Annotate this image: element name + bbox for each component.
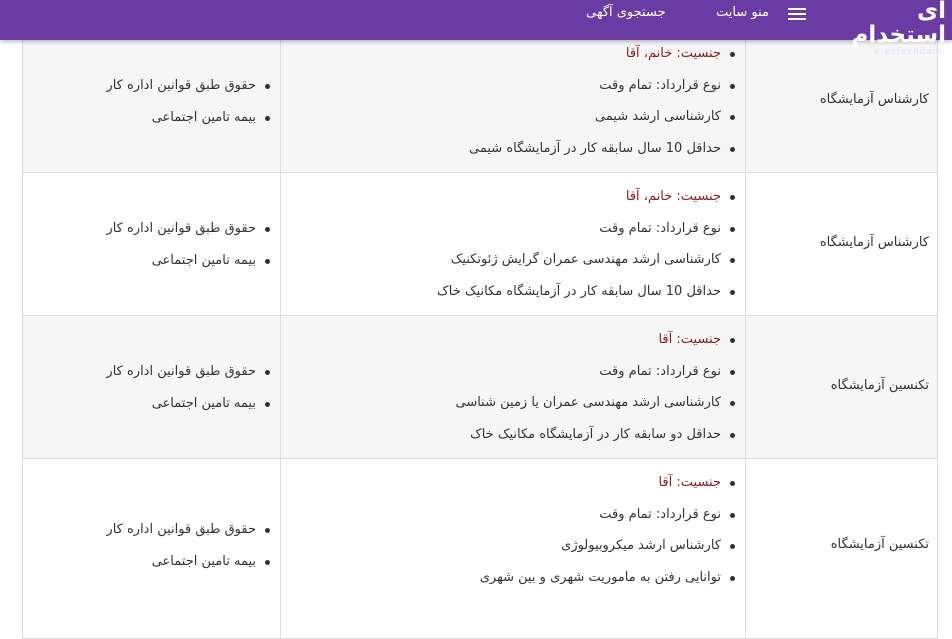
- list-item-gender: جنسیت: آقا: [480, 467, 737, 499]
- job-title: تکنسین آزمایشگاه: [830, 537, 929, 552]
- list-item: کارشناسی ارشد مهندسی عمران یا زمین شناسی: [455, 387, 737, 419]
- benefits-list: حقوق طبق قوانین اداره کار بیمه تامین اجت…: [106, 213, 272, 276]
- list-item: نوع قرارداد: تمام وقت: [455, 356, 737, 388]
- list-item: حداقل 10 سال سابقه کار در آزمایشگاه شیمی: [469, 133, 737, 165]
- requirements-list: جنسیت: خانم، آقا نوع قرارداد: تمام وقت ک…: [437, 181, 737, 307]
- requirements-cell: جنسیت: آقا نوع قرارداد: تمام وقت کارشناس…: [281, 316, 746, 458]
- title-cell: تکنسین آزمایشگاه: [746, 459, 937, 638]
- job-search-link[interactable]: جستجوی آگهی: [586, 5, 666, 20]
- list-item: توانایی رفتن به ماموریت شهری و بین شهری: [480, 562, 737, 594]
- list-item-gender: جنسیت: خانم، آقا: [469, 38, 737, 70]
- top-navbar: ای استخدام e-estekhdam منو سایت جستجوی آ…: [0, 0, 952, 57]
- benefits-list: حقوق طبق قوانین اداره کار بیمه تامین اجت…: [106, 514, 272, 577]
- list-item: نوع قرارداد: تمام وقت: [437, 213, 737, 245]
- job-title: کارشناس آزمایشگاه: [819, 235, 929, 250]
- requirements-cell: جنسیت: خانم، آقا نوع قرارداد: تمام وقت ک…: [281, 30, 746, 172]
- requirements-list: جنسیت: آقا نوع قرارداد: تمام وقت کارشناس…: [455, 324, 737, 450]
- benefits-cell: حقوق طبق قوانین اداره کار بیمه تامین اجت…: [23, 316, 281, 458]
- benefits-list: حقوق طبق قوانین اداره کار بیمه تامین اجت…: [106, 356, 272, 419]
- list-item: حقوق طبق قوانین اداره کار: [106, 70, 272, 102]
- list-item: نوع قرارداد: تمام وقت: [480, 499, 737, 531]
- table-row: حقوق طبق قوانین اداره کار بیمه تامین اجت…: [23, 30, 937, 173]
- list-item-gender: جنسیت: خانم، آقا: [437, 181, 737, 213]
- list-item: بیمه تامین اجتماعی: [106, 245, 272, 277]
- table-row: حقوق طبق قوانین اداره کار بیمه تامین اجت…: [23, 459, 937, 639]
- requirements-list: جنسیت: خانم، آقا نوع قرارداد: تمام وقت ک…: [469, 38, 737, 164]
- list-item: حقوق طبق قوانین اداره کار: [106, 514, 272, 546]
- list-item-gender: جنسیت: آقا: [455, 324, 737, 356]
- list-item: کارشناس ارشد میکروبیولوژی: [480, 530, 737, 562]
- hamburger-menu-icon[interactable]: [788, 8, 806, 22]
- list-item: بیمه تامین اجتماعی: [106, 102, 272, 134]
- requirements-cell: جنسیت: خانم، آقا نوع قرارداد: تمام وقت ک…: [281, 173, 746, 315]
- list-item: حداقل 10 سال سابقه کار در آزمایشگاه مکان…: [437, 276, 737, 308]
- site-menu-link[interactable]: منو سایت: [716, 5, 769, 20]
- list-item: حداقل دو سابقه کار در آزمایشگاه مکانیک خ…: [455, 419, 737, 451]
- list-item: بیمه تامین اجتماعی: [106, 388, 272, 420]
- title-cell: تکنسین آزمایشگاه: [746, 316, 937, 458]
- list-item: بیمه تامین اجتماعی: [106, 546, 272, 578]
- table-row: حقوق طبق قوانین اداره کار بیمه تامین اجت…: [23, 173, 937, 316]
- job-title: تکنسین آزمایشگاه: [830, 378, 929, 393]
- list-item: کارشناسی ارشد شیمی: [469, 101, 737, 133]
- job-title: کارشناس آزمایشگاه: [819, 92, 929, 107]
- title-cell: کارشناس آزمایشگاه: [746, 173, 937, 315]
- list-item: نوع قرارداد: تمام وقت: [469, 70, 737, 102]
- site-logo[interactable]: ای استخدام e-estekhdam: [828, 0, 947, 57]
- benefits-cell: حقوق طبق قوانین اداره کار بیمه تامین اجت…: [23, 459, 281, 638]
- benefits-cell: حقوق طبق قوانین اداره کار بیمه تامین اجت…: [23, 30, 281, 172]
- logo-text: ای استخدام: [851, 0, 947, 48]
- table-row: حقوق طبق قوانین اداره کار بیمه تامین اجت…: [23, 316, 937, 459]
- requirements-list: جنسیت: آقا نوع قرارداد: تمام وقت کارشناس…: [480, 467, 737, 593]
- logo-subtext: e-estekhdam: [874, 47, 942, 57]
- benefits-list: حقوق طبق قوانین اداره کار بیمه تامین اجت…: [106, 70, 272, 133]
- list-item: حقوق طبق قوانین اداره کار: [106, 356, 272, 388]
- benefits-cell: حقوق طبق قوانین اداره کار بیمه تامین اجت…: [23, 173, 281, 315]
- requirements-cell: جنسیت: آقا نوع قرارداد: تمام وقت کارشناس…: [281, 459, 746, 638]
- jobs-table: حقوق طبق قوانین اداره کار بیمه تامین اجت…: [22, 30, 938, 639]
- list-item: حقوق طبق قوانین اداره کار: [106, 213, 272, 245]
- list-item: کارشناسی ارشد مهندسی عمران گرایش ژئوتکنی…: [437, 244, 737, 276]
